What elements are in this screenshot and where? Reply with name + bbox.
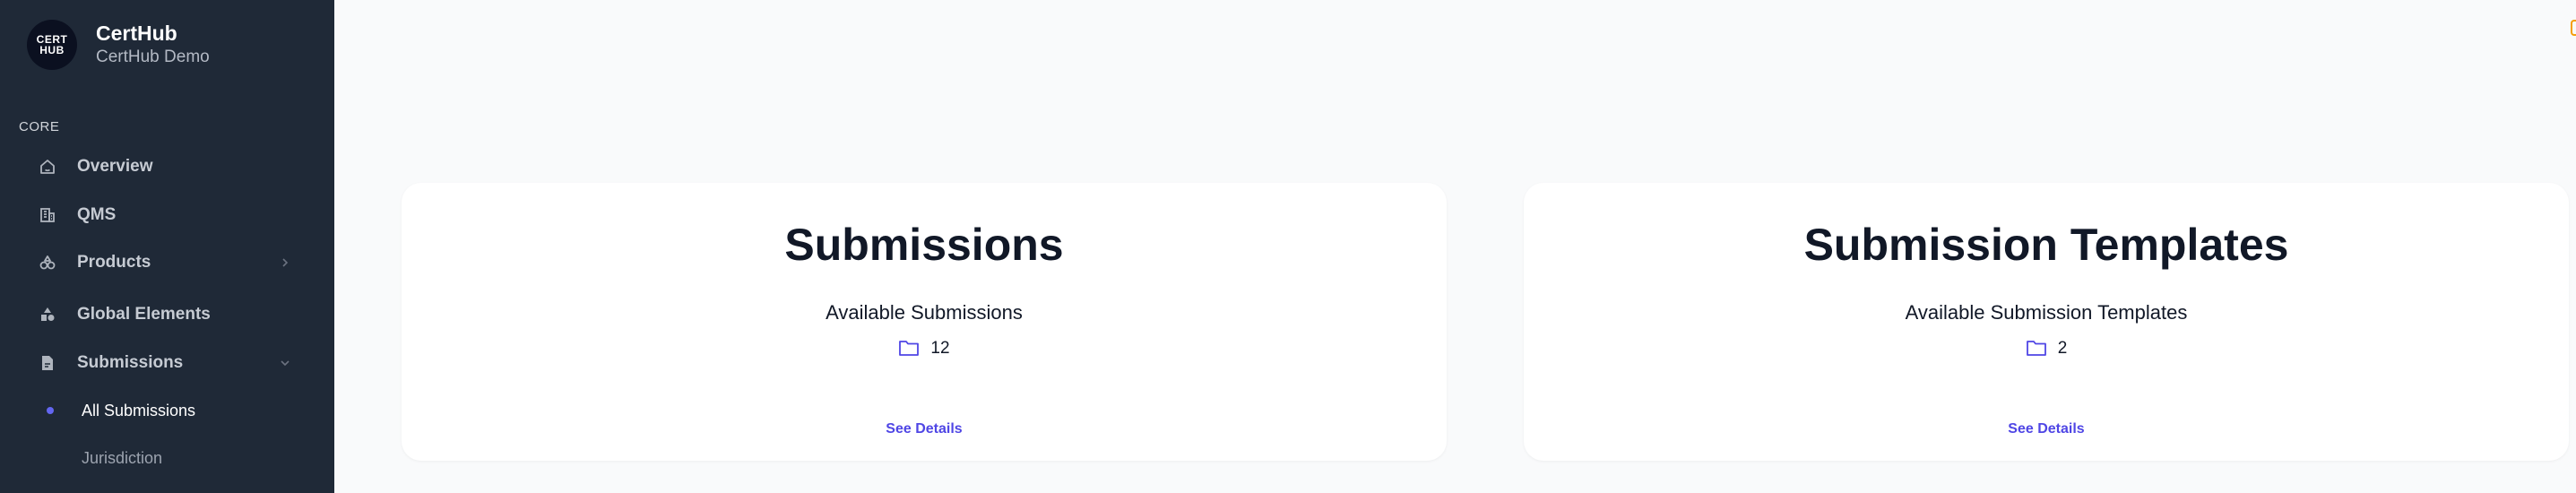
folder-icon bbox=[898, 339, 920, 359]
app-logo: CERT HUB bbox=[27, 20, 77, 70]
app-name: CertHub bbox=[96, 22, 177, 45]
active-indicator bbox=[47, 407, 54, 414]
sidebar-item-label: Products bbox=[77, 253, 151, 272]
sidebar-item-submissions[interactable]: Submissions bbox=[0, 343, 334, 383]
sidebar-item-label: Submissions bbox=[77, 353, 184, 372]
submissions-card: Submissions Available Submissions 12 See… bbox=[402, 183, 1447, 461]
sidebar-subitem-label: All Submissions bbox=[82, 401, 196, 419]
document-icon bbox=[38, 353, 57, 373]
building-icon bbox=[38, 205, 57, 225]
see-details-link[interactable]: See Details bbox=[1524, 421, 2569, 437]
home-icon bbox=[38, 157, 57, 177]
see-details-link[interactable]: See Details bbox=[402, 421, 1447, 437]
card-count: 12 bbox=[402, 339, 1447, 359]
card-title: Submission Templates bbox=[1803, 220, 2289, 270]
sidebar-item-label: Overview bbox=[77, 157, 153, 176]
sidebar-item-label: Global Elements bbox=[77, 305, 211, 324]
card-title: Submissions bbox=[784, 220, 1064, 270]
sidebar-subitem-label: Jurisdiction bbox=[82, 448, 163, 467]
edge-indicator bbox=[2571, 20, 2576, 36]
count-value: 12 bbox=[930, 339, 950, 358]
card-subtitle: Available Submissions bbox=[826, 301, 1023, 324]
sidebar-item-overview[interactable]: Overview bbox=[0, 147, 334, 186]
sidebar-item-qms[interactable]: QMS bbox=[0, 195, 334, 235]
sidebar-subitem-jurisdiction[interactable]: Jurisdiction bbox=[0, 440, 334, 476]
org-name: CertHub Demo bbox=[96, 48, 210, 66]
card-count: 2 bbox=[1524, 339, 2569, 359]
sidebar: CERT HUB CertHub CertHub Demo CORE Overv… bbox=[0, 0, 334, 493]
shapes-icon bbox=[38, 253, 57, 272]
count-value: 2 bbox=[2057, 339, 2068, 358]
sidebar-item-products[interactable]: Products bbox=[0, 243, 334, 282]
card-subtitle: Available Submission Templates bbox=[1905, 301, 2188, 324]
chevron-down-icon[interactable] bbox=[278, 356, 292, 370]
submission-templates-card: Submission Templates Available Submissio… bbox=[1524, 183, 2569, 461]
sidebar-item-label: QMS bbox=[77, 205, 117, 224]
sidebar-section-core: CORE bbox=[19, 119, 60, 134]
folder-icon bbox=[2026, 339, 2047, 359]
chevron-right-icon[interactable] bbox=[278, 255, 292, 270]
triangle-square-icon bbox=[38, 305, 57, 324]
sidebar-item-global-elements[interactable]: Global Elements bbox=[0, 295, 334, 334]
sidebar-subitem-all-submissions[interactable]: All Submissions bbox=[0, 393, 334, 428]
logo-text-bottom: HUB bbox=[39, 44, 65, 56]
brand[interactable]: CERT HUB CertHub CertHub Demo bbox=[27, 20, 210, 70]
